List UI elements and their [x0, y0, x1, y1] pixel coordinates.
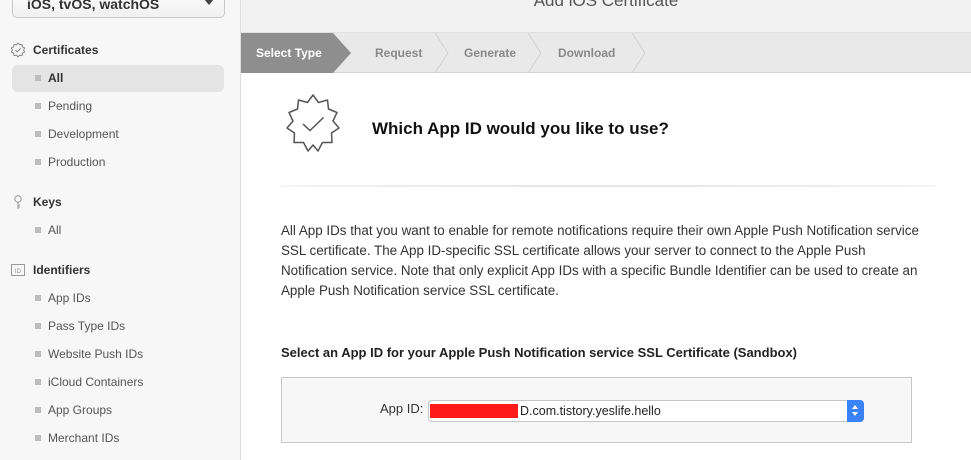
redaction-mark — [430, 404, 518, 418]
sidebar-item-icloud-containers[interactable]: iCloud Containers — [12, 369, 224, 396]
bullet-icon — [35, 159, 41, 165]
sidebar-item-keys-all[interactable]: All — [12, 217, 224, 244]
chevron-up-icon — [852, 405, 858, 409]
sidebar-item-label: All — [48, 71, 64, 85]
sidebar-item-app-groups[interactable]: App Groups — [12, 397, 224, 424]
bullet-icon — [35, 407, 41, 413]
platform-select[interactable]: iOS, tvOS, watchOS — [12, 0, 225, 18]
section-title-identifiers: Identifiers — [33, 263, 91, 277]
select-app-id-heading: Select an App ID for your Apple Push Not… — [281, 345, 798, 360]
step-label: Generate — [464, 46, 517, 60]
section-certificates: Certificates — [0, 40, 241, 62]
bullet-icon — [35, 227, 41, 233]
app-id-value: D.com.tistory.yeslife.hello — [520, 404, 661, 418]
sidebar-item-label: iCloud Containers — [48, 375, 144, 389]
key-icon — [14, 195, 22, 209]
id-glyph: ID — [15, 268, 22, 275]
sidebar-item-label: Merchant IDs — [48, 431, 120, 445]
bullet-icon — [35, 435, 41, 441]
bullet-icon — [35, 323, 41, 329]
step-generate: Generate — [441, 33, 531, 73]
app-id-label: App ID: — [380, 401, 424, 416]
sidebar-item-label: App IDs — [48, 291, 91, 305]
section-keys: Keys — [0, 192, 241, 214]
app-id-select[interactable]: D.com.tistory.yeslife.hello — [428, 400, 864, 422]
step-request: Request — [353, 33, 443, 73]
sidebar-item-website-push-ids[interactable]: Website Push IDs — [12, 341, 224, 368]
question-heading: Which App ID would you like to use? — [372, 119, 669, 138]
select-stepper-icon[interactable] — [847, 400, 864, 422]
sidebar-item-label: All — [48, 223, 62, 237]
title-bar: Add iOS Certificate — [241, 0, 971, 33]
app-id-panel: App ID: D.com.tistory.yeslife.hello — [281, 377, 912, 443]
sidebar-item-label: App Groups — [48, 403, 113, 417]
sidebar-item-pass-type-ids[interactable]: Pass Type IDs — [12, 313, 224, 340]
step-label: Select Type — [256, 46, 322, 60]
sidebar-item-merchant-ids[interactable]: Merchant IDs — [12, 425, 224, 452]
sidebar-item-development[interactable]: Development — [12, 121, 224, 148]
chevron-down-icon[interactable] — [204, 0, 214, 5]
sidebar-item-label: Development — [48, 127, 119, 141]
sidebar-item-pending[interactable]: Pending — [12, 93, 224, 120]
platform-select-value: iOS, tvOS, watchOS — [27, 0, 160, 12]
bullet-icon — [35, 103, 41, 109]
sidebar-item-production[interactable]: Production — [12, 149, 224, 176]
bullet-icon — [35, 295, 41, 301]
bullet-icon — [35, 131, 41, 137]
bullet-icon — [35, 75, 41, 81]
page-title: Add iOS Certificate — [533, 0, 679, 10]
bullet-icon — [35, 379, 41, 385]
section-identifiers: ID Identifiers — [0, 260, 241, 282]
certificate-badge-icon — [10, 42, 26, 58]
bullet-icon — [35, 351, 41, 357]
sidebar-item-app-ids[interactable]: App IDs — [12, 285, 224, 312]
sidebar-item-label: Pending — [48, 99, 93, 113]
sidebar-item-label: Production — [48, 155, 106, 169]
chevron-down-icon — [852, 412, 858, 416]
step-chevron — [333, 33, 351, 73]
step-chevron — [632, 33, 646, 73]
step-label: Request — [375, 46, 423, 60]
id-card-icon: ID — [11, 264, 25, 276]
description-text: All App IDs that you want to enable for … — [281, 223, 919, 298]
certificate-badge-icon — [286, 94, 340, 152]
sidebar: iOS, tvOS, watchOS Certificates All Pend… — [0, 0, 241, 460]
divider — [281, 185, 936, 187]
sidebar-item-certificates-all[interactable]: All — [12, 65, 224, 92]
step-download: Download — [536, 33, 636, 73]
sidebar-item-label: Website Push IDs — [48, 347, 144, 361]
section-title-certificates: Certificates — [33, 43, 99, 57]
step-label: Download — [558, 46, 616, 60]
step-progress-bar: Select Type Request Generate Download — [241, 33, 971, 73]
sidebar-item-label: Pass Type IDs — [48, 319, 126, 333]
main-content: Add iOS Certificate Select Type Request … — [241, 0, 971, 460]
section-title-keys: Keys — [33, 195, 62, 209]
